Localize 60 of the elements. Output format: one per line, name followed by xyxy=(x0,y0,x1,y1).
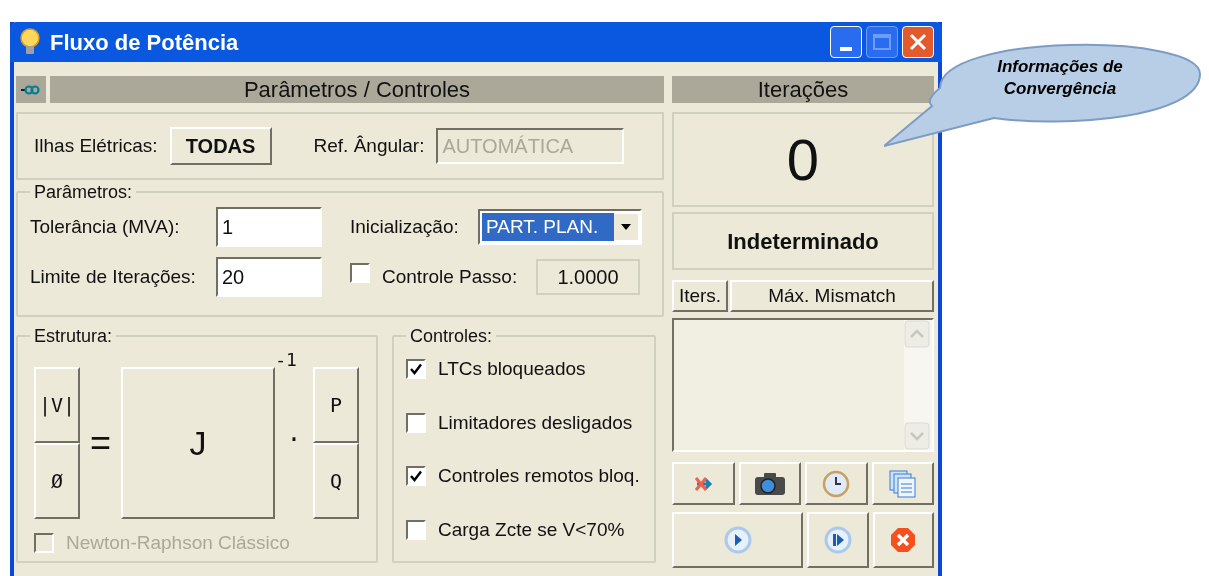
group-legend: Estrutura: xyxy=(30,327,117,345)
iteration-count-display: 0 xyxy=(672,112,934,207)
iteration-limit-label: Limite de Iterações: xyxy=(30,264,197,289)
stop-icon xyxy=(889,526,918,554)
maximize-icon xyxy=(873,34,891,50)
minimize-icon xyxy=(840,47,852,51)
vector-cell: P xyxy=(313,367,360,443)
iterations-header: Iterações xyxy=(672,76,934,103)
close-button[interactable] xyxy=(902,26,934,58)
ref-angle-field: AUTOMÁTICA xyxy=(436,128,625,164)
tolerance-field[interactable]: 1 xyxy=(216,207,322,247)
iteration-limit-field[interactable]: 20 xyxy=(216,257,322,297)
control-label: Controles remotos bloq. xyxy=(438,464,640,488)
control-label: LTCs bloqueados xyxy=(438,357,586,381)
control-checkbox[interactable] xyxy=(406,519,426,540)
vector-cell: Q xyxy=(313,443,360,519)
tolerance-label: Tolerância (MVA): xyxy=(30,214,181,239)
group-legend: Controles: xyxy=(406,327,497,345)
close-icon xyxy=(909,33,927,51)
ref-angle-label: Ref. Ângular: xyxy=(313,133,425,158)
minimize-button[interactable] xyxy=(830,26,862,58)
vector-cell: |V| xyxy=(34,367,80,443)
vector-cell: Ø xyxy=(34,443,80,519)
lightbulb-icon xyxy=(18,28,42,56)
control-label: Limitadores desligados xyxy=(438,410,633,435)
init-label: Inicialização: xyxy=(350,214,460,239)
jacobian-cell: J xyxy=(121,367,276,519)
clock-icon xyxy=(822,469,851,498)
step-control-label: Controle Passo: xyxy=(382,264,519,289)
dot-operator: . xyxy=(286,421,302,445)
camera-icon xyxy=(753,471,786,496)
init-value: PART. PLAN. xyxy=(482,212,614,242)
exponent: -1 xyxy=(275,351,297,369)
copy-pages-icon xyxy=(887,468,918,499)
step-button[interactable] xyxy=(807,512,869,568)
control-label: Carga Zcte se V<70% xyxy=(438,517,625,542)
stop-button[interactable] xyxy=(872,512,934,568)
islands-button[interactable]: TODAS xyxy=(169,127,272,165)
column-header: Máx. Mismatch xyxy=(730,280,934,312)
equals-sign: = xyxy=(90,425,112,461)
status-display: Indeterminado xyxy=(672,212,934,270)
step-control-checkbox[interactable] xyxy=(350,262,370,283)
control-checkbox[interactable] xyxy=(406,359,426,380)
run-button[interactable] xyxy=(672,512,803,568)
column-header: Iters. xyxy=(672,280,728,312)
toolbar-button[interactable] xyxy=(738,462,801,505)
window-title: Fluxo de Potência xyxy=(50,28,239,57)
play-icon xyxy=(723,526,752,554)
link-icon xyxy=(21,84,41,95)
control-checkbox[interactable] xyxy=(406,412,426,433)
newton-raphson-label: Newton-Raphson Clássico xyxy=(66,531,290,555)
group-legend: Parâmetros: xyxy=(30,183,137,201)
step-value-field: 1.0000 xyxy=(536,259,640,295)
panel-header: Parâmetros / Controles xyxy=(50,76,664,103)
step-forward-icon xyxy=(823,526,852,554)
callout-text: Informações de Convergência xyxy=(996,56,1124,100)
link-toggle-button[interactable] xyxy=(16,76,46,103)
init-dropdown[interactable]: PART. PLAN. xyxy=(478,209,642,245)
islands-label: Ilhas Elétricas: xyxy=(34,133,158,158)
control-checkbox[interactable] xyxy=(406,466,426,487)
